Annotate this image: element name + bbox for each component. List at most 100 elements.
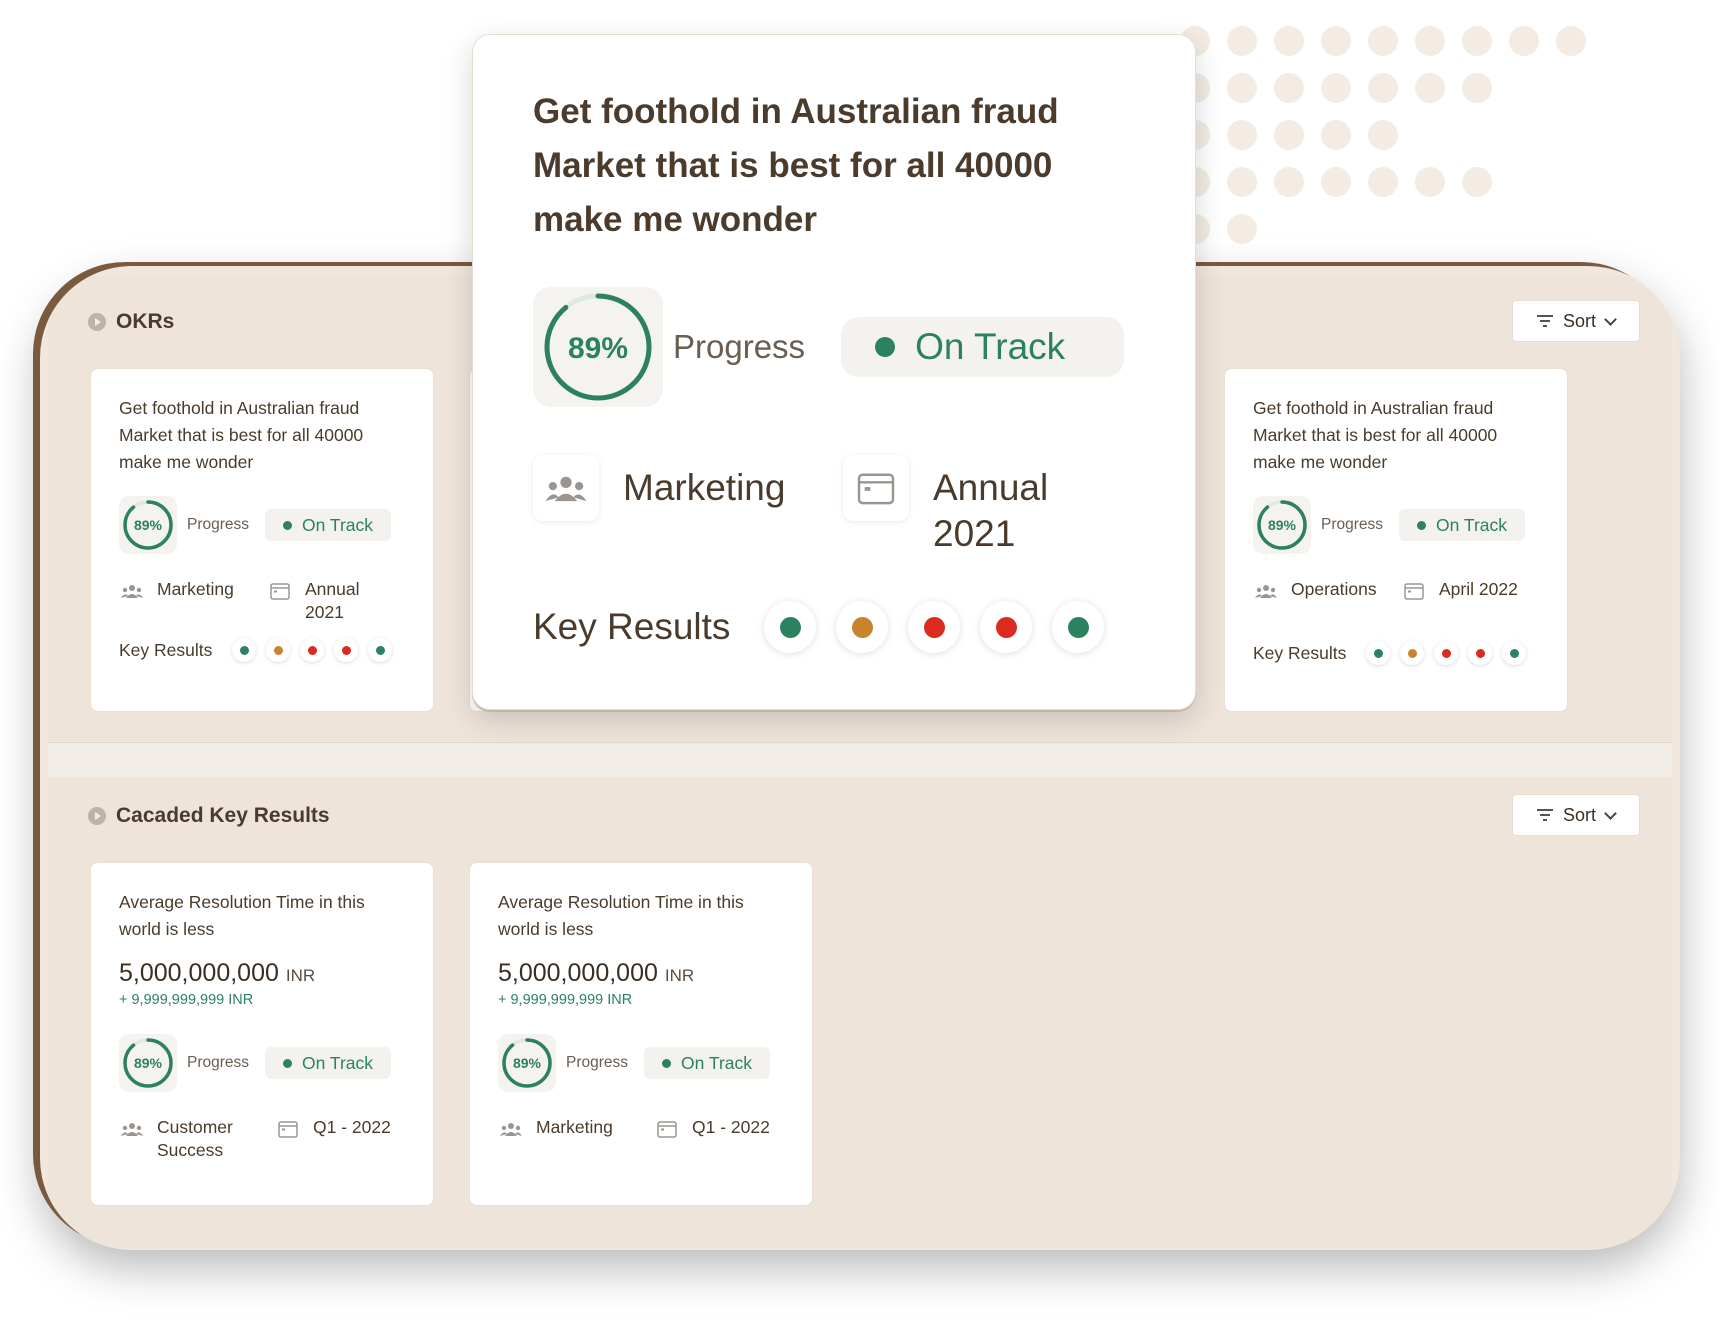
period: April 2022 (1439, 579, 1518, 599)
status-text: On Track (1436, 514, 1508, 535)
okr-title: Get foothold in Australian fraud Market … (119, 398, 364, 472)
amount-currency: INR (664, 966, 695, 985)
key-result-dot[interactable] (1502, 641, 1527, 665)
status-badge: On Track (265, 1047, 392, 1079)
key-result-dot[interactable] (980, 601, 1033, 653)
status-dot-icon (283, 520, 293, 530)
progress-percent: 89% (134, 1055, 163, 1071)
okr-title: Get foothold in Australian fraud Market … (1253, 398, 1498, 472)
progress-ring-chart: 89% (123, 1038, 173, 1088)
progress-ring: 89% (533, 287, 663, 407)
progress-label: Progress (187, 1054, 250, 1071)
progress-ring: 89% (119, 1034, 177, 1092)
calendar-icon (275, 1116, 301, 1142)
progress-ring: 89% (1253, 496, 1311, 554)
amount-delta: + 9,999,999,999 INR (498, 992, 633, 1008)
calendar-icon (1401, 578, 1427, 604)
collapse-toggle-icon[interactable] (88, 313, 106, 331)
progress-ring-chart: 89% (502, 1038, 552, 1088)
amount-value: 5,000,000,000 (498, 959, 658, 987)
chevron-down-icon (1604, 312, 1617, 326)
key-results-label: Key Results (1253, 642, 1347, 663)
status-text: On Track (302, 1052, 374, 1073)
status-badge: On Track (841, 317, 1125, 377)
key-result-dot[interactable] (1400, 641, 1425, 665)
section-divider (48, 743, 1672, 777)
progress-label: Progress (566, 1054, 629, 1071)
collapse-toggle-icon[interactable] (88, 807, 106, 825)
key-result-dot[interactable] (764, 601, 817, 653)
team-name: Customer Success (157, 1116, 233, 1162)
period: Annual 2021 (933, 465, 1048, 557)
kr-title: Average Resolution Time in this world is… (498, 892, 744, 939)
status-text: On Track (681, 1052, 753, 1073)
amount-currency: INR (285, 966, 316, 985)
kr-amount: 5,000,000,000 INR (498, 959, 784, 988)
okr-section-title: OKRs (116, 310, 175, 333)
status-text: On Track (302, 514, 374, 535)
period-line-2: 2021 (305, 602, 344, 622)
key-result-dot[interactable] (1434, 641, 1459, 665)
sort-label: Sort (1562, 804, 1596, 825)
team-line-1: Customer (157, 1117, 233, 1137)
team-icon (119, 578, 145, 604)
amount-delta: + 9,999,999,999 INR (119, 992, 254, 1008)
okr-card[interactable]: Get foothold in Australian fraud Market … (90, 368, 434, 712)
period: Annual 2021 (305, 578, 360, 624)
team-icon (1253, 578, 1279, 604)
key-result-dot[interactable] (334, 638, 359, 662)
key-result-dot[interactable] (266, 638, 291, 662)
progress-ring: 89% (119, 496, 177, 554)
status-dot-icon (1417, 520, 1427, 530)
progress-percent: 89% (513, 1055, 542, 1071)
status-badge: On Track (1399, 509, 1526, 541)
key-results-label: Key Results (533, 606, 731, 647)
key-result-dot[interactable] (368, 638, 393, 662)
calendar-icon (654, 1116, 680, 1142)
progress-ring-chart: 89% (1257, 500, 1307, 550)
okr-sort-button[interactable]: Sort (1512, 300, 1640, 342)
okr-section-header[interactable]: OKRs (88, 310, 174, 334)
kr-card[interactable]: Average Resolution Time in this world is… (469, 862, 813, 1206)
calendar-icon (843, 455, 909, 521)
key-result-dot[interactable] (836, 601, 889, 653)
dot-pattern (1180, 26, 1586, 261)
kr-section-title: Cacaded Key Results (116, 804, 330, 827)
team-icon (119, 1116, 145, 1142)
amount-value: 5,000,000,000 (119, 959, 279, 987)
okr-card-expanded[interactable]: Get foothold in Australian fraud Market … (472, 34, 1196, 710)
key-result-dot[interactable] (1052, 601, 1105, 653)
progress-percent: 89% (568, 332, 628, 365)
progress-percent: 89% (1268, 517, 1297, 533)
period-line-2: 2021 (933, 513, 1016, 554)
key-result-dot[interactable] (1366, 641, 1391, 665)
progress-ring-chart: 89% (123, 500, 173, 550)
kr-card[interactable]: Average Resolution Time in this world is… (90, 862, 434, 1206)
key-results-label: Key Results (119, 639, 213, 660)
chevron-down-icon (1604, 806, 1617, 820)
okr-card[interactable]: Get foothold in Australian fraud Market … (1224, 368, 1568, 712)
status-dot-icon (875, 337, 896, 357)
key-result-dot[interactable] (300, 638, 325, 662)
team-name: Marketing (623, 467, 786, 508)
cascaded-kr-section: Cacaded Key Results Sort Average Resolut… (48, 778, 1672, 1248)
period-line-1: Annual (305, 579, 360, 599)
team-icon (533, 455, 599, 521)
team-icon (498, 1116, 524, 1142)
period: Q1 - 2022 (692, 1117, 770, 1137)
key-result-dot[interactable] (908, 601, 961, 653)
kr-section-header[interactable]: Cacaded Key Results (88, 804, 330, 828)
progress-label: Progress (187, 516, 250, 533)
team-name: Operations (1291, 579, 1377, 599)
team-name: Marketing (157, 579, 234, 599)
filter-lines-icon (1536, 315, 1553, 327)
filter-lines-icon (1536, 809, 1553, 821)
status-text: On Track (915, 326, 1066, 367)
status-dot-icon (662, 1058, 672, 1068)
progress-label: Progress (673, 328, 806, 365)
key-result-dot[interactable] (1468, 641, 1493, 665)
kr-sort-button[interactable]: Sort (1512, 794, 1640, 836)
kr-title: Average Resolution Time in this world is… (119, 892, 365, 939)
key-result-dot[interactable] (232, 638, 257, 662)
status-badge: On Track (644, 1047, 771, 1079)
